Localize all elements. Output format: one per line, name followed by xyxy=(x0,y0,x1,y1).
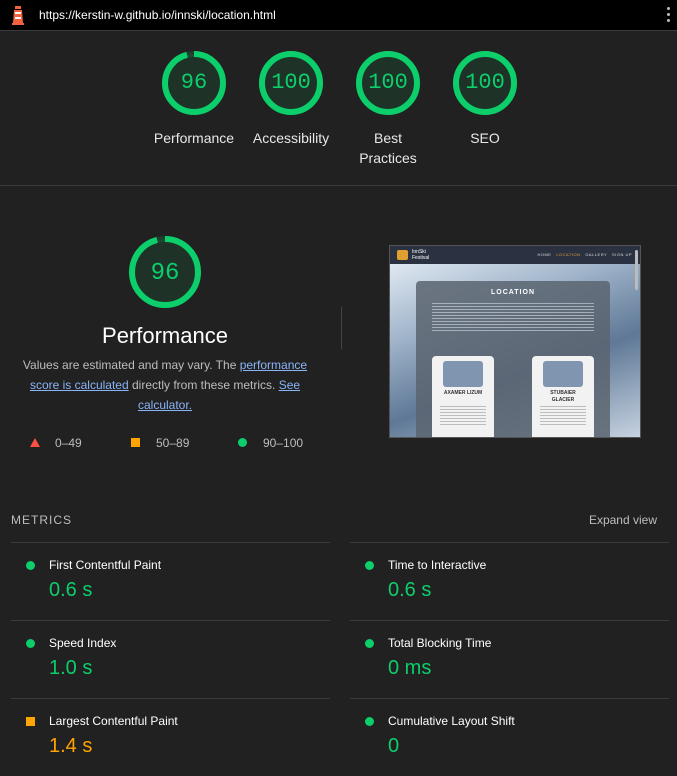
average-square-icon xyxy=(131,438,140,447)
brand-line: Festival xyxy=(412,255,430,261)
nav-link: HOME xyxy=(537,252,552,257)
gauge-best-practices[interactable]: 100 Best Practices xyxy=(338,50,438,168)
expand-view-toggle[interactable]: Expand view xyxy=(589,513,657,527)
metric-value: 0 xyxy=(388,735,400,757)
desc-text: Values are estimated and may vary. The xyxy=(22,358,240,372)
metric-name: Largest Contentful Paint xyxy=(49,714,178,728)
pass-circle-icon xyxy=(238,438,247,447)
gauge-performance[interactable]: 96 Performance xyxy=(144,50,244,148)
gauge-label: Performance xyxy=(153,130,235,146)
card-text xyxy=(540,406,586,426)
card-title: STUBAIER GLACIER xyxy=(550,390,576,403)
card-text xyxy=(440,406,486,426)
desc-text: directly from these metrics. xyxy=(128,378,279,392)
average-square-icon xyxy=(26,717,35,726)
card-image xyxy=(443,361,483,387)
metric-value: 1.0 s xyxy=(49,657,93,679)
url-bar: https://kerstin-w.github.io/innski/locat… xyxy=(0,0,677,31)
performance-score: 96 xyxy=(150,260,180,287)
metric-name: Time to Interactive xyxy=(388,558,487,572)
performance-summary: 96 Performance Values are estimated and … xyxy=(10,235,320,415)
nav-link-active: LOCATION xyxy=(556,252,581,257)
pass-circle-icon xyxy=(365,639,374,648)
pass-circle-icon xyxy=(26,561,35,570)
metric-first-contentful-paint: First Contentful Paint 0.6 s xyxy=(11,542,330,620)
metric-name: Speed Index xyxy=(49,636,117,650)
thumb-scrollbar xyxy=(635,250,638,290)
metric-largest-contentful-paint: Largest Contentful Paint 1.4 s xyxy=(11,698,330,776)
legend-range: 0–49 xyxy=(55,436,82,450)
gauge-label: SEO xyxy=(470,130,500,146)
pass-circle-icon xyxy=(365,717,374,726)
metric-speed-index: Speed Index 1.0 s xyxy=(11,620,330,698)
final-screenshot-thumbnail[interactable]: InnSki Festival HOME LOCATION GALLERY SI… xyxy=(389,245,641,438)
pass-circle-icon xyxy=(26,639,35,648)
nav-link: GALLERY xyxy=(585,252,608,257)
gauge-score: 96 xyxy=(180,70,208,95)
page-url[interactable]: https://kerstin-w.github.io/innski/locat… xyxy=(39,8,276,22)
metric-name: First Contentful Paint xyxy=(49,558,162,572)
metric-value: 0.6 s xyxy=(49,579,93,601)
lighthouse-icon xyxy=(12,6,24,25)
metric-time-to-interactive: Time to Interactive 0.6 s xyxy=(350,542,669,620)
legend-range: 50–89 xyxy=(156,436,190,450)
gauge-label: Accessibility xyxy=(252,130,330,146)
thumb-brand: InnSki Festival xyxy=(412,249,429,261)
thumb-navbar: InnSki Festival HOME LOCATION GALLERY SI… xyxy=(390,246,640,264)
metric-total-blocking-time: Total Blocking Time 0 ms xyxy=(350,620,669,698)
gauge-score: 100 xyxy=(465,70,505,95)
category-gauges: 96 Performance 100 Accessibility 100 Bes… xyxy=(0,50,677,180)
card-title: AXAMER LIZUM xyxy=(443,390,483,396)
kebab-menu-icon[interactable] xyxy=(667,7,671,23)
thumb-content-panel: LOCATION AXAMER LIZUM STUBAIER GLACIER xyxy=(416,281,610,437)
score-legend: 0–49 50–89 90–100 xyxy=(0,436,340,452)
thumb-heading: LOCATION xyxy=(490,289,536,296)
gauge-score: 100 xyxy=(271,70,311,95)
metric-value: 0.6 s xyxy=(388,579,432,601)
metric-value: 1.4 s xyxy=(49,735,93,757)
section-divider xyxy=(0,185,677,186)
metric-cumulative-layout-shift: Cumulative Layout Shift 0 xyxy=(350,698,669,776)
metric-value: 0 ms xyxy=(388,657,432,679)
gauge-accessibility[interactable]: 100 Accessibility xyxy=(241,50,341,148)
gauge-seo[interactable]: 100 SEO xyxy=(435,50,535,148)
legend-range: 90–100 xyxy=(263,436,304,450)
performance-description: Values are estimated and may vary. The p… xyxy=(10,355,320,415)
performance-title: Performance xyxy=(102,323,228,348)
vertical-divider xyxy=(341,307,342,349)
nav-link: SIGN UP xyxy=(612,252,632,257)
gauge-score: 100 xyxy=(368,70,408,95)
gauge-label: Best Practices xyxy=(359,130,417,166)
thumb-paragraph xyxy=(432,303,594,331)
thumb-card: STUBAIER GLACIER xyxy=(532,356,594,437)
metric-name: Cumulative Layout Shift xyxy=(388,714,515,728)
card-image xyxy=(543,361,583,387)
pass-circle-icon xyxy=(365,561,374,570)
brand-logo-icon xyxy=(397,250,408,260)
fail-triangle-icon xyxy=(30,438,40,447)
thumb-card: AXAMER LIZUM xyxy=(432,356,494,437)
metric-name: Total Blocking Time xyxy=(388,636,492,650)
metrics-title: METRICS xyxy=(11,513,72,527)
thumb-nav-links: HOME LOCATION GALLERY SIGN UP xyxy=(537,252,632,257)
